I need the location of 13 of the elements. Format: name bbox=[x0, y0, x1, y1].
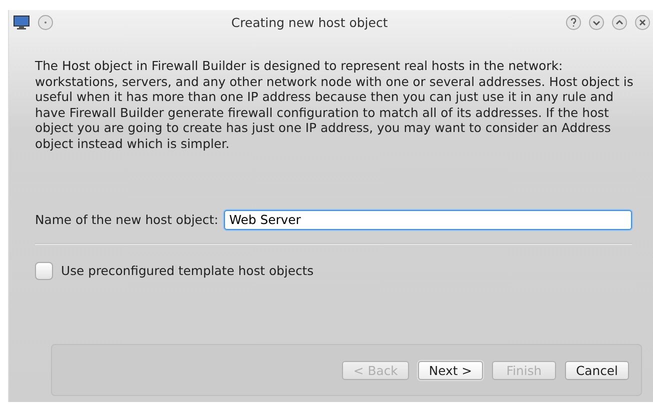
help-icon[interactable] bbox=[566, 14, 581, 30]
name-label: Name of the new host object: bbox=[35, 212, 218, 228]
minimize-icon[interactable] bbox=[589, 14, 604, 30]
close-icon[interactable] bbox=[635, 14, 650, 30]
monitor-icon[interactable] bbox=[13, 14, 30, 30]
name-field[interactable]: Web Server bbox=[224, 210, 632, 230]
description-text: The Host object in Firewall Builder is designed to represent real hosts in the network: workstations, servers, and any other network node with one or several addresses. Host object is useful when it has more than one IP address because then you can just use it in any rule and have Firewall Builder generate firewall configuration to match all of its addresses. If the host object you are going to create has just one IP address, you may want to consider an Address object instead which is simpler. bbox=[35, 58, 634, 152]
wizard-button[interactable]: Cancel bbox=[565, 360, 629, 380]
window-title: Creating new host object bbox=[230, 14, 389, 30]
template-checkbox[interactable] bbox=[35, 262, 53, 280]
wizard-button[interactable]: Next > bbox=[418, 360, 483, 380]
checkbox-label: Use preconfigured template host objects bbox=[61, 263, 314, 278]
maximize-icon[interactable] bbox=[612, 14, 627, 30]
